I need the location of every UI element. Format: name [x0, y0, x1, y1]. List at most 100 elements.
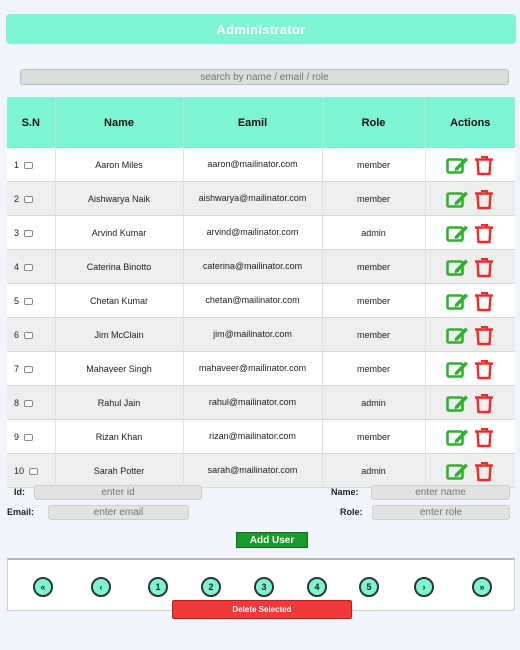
row-checkbox[interactable]	[24, 297, 34, 305]
row-actions	[425, 181, 515, 216]
trash-icon[interactable]	[473, 222, 495, 244]
row-sn: 9	[7, 419, 56, 454]
page-3-button[interactable]: 3	[254, 577, 274, 597]
row-sn: 10	[7, 453, 56, 488]
header-bar: Administrator	[6, 14, 516, 44]
edit-icon[interactable]	[445, 223, 470, 243]
column-header-name: Name	[55, 97, 184, 148]
column-header-role: Role	[322, 97, 426, 148]
row-checkbox[interactable]	[24, 433, 34, 441]
row-actions	[425, 215, 515, 250]
row-name: Mahaveer Singh	[55, 351, 184, 386]
edit-icon[interactable]	[445, 461, 470, 481]
trash-icon[interactable]	[473, 392, 495, 414]
row-name: Aaron Miles	[55, 148, 184, 182]
row-checkbox[interactable]	[29, 467, 39, 475]
row-checkbox[interactable]	[24, 365, 34, 373]
prev-page-button[interactable]: ‹	[91, 577, 111, 597]
row-role: member	[322, 419, 426, 454]
first-page-button[interactable]: «	[33, 577, 53, 597]
trash-icon[interactable]	[473, 358, 495, 380]
row-email: sarah@mailinator.com	[183, 453, 323, 488]
trash-icon[interactable]	[473, 426, 495, 448]
table-row: 5 Chetan Kumar chetan@mailinator.com member	[7, 283, 515, 318]
trash-icon[interactable]	[473, 460, 495, 482]
trash-icon[interactable]	[473, 324, 495, 346]
trash-icon[interactable]	[473, 290, 495, 312]
page-1-button[interactable]: 1	[148, 577, 168, 597]
delete-selected-button[interactable]: Delete Selected	[172, 600, 352, 619]
row-checkbox[interactable]	[24, 399, 34, 407]
row-checkbox[interactable]	[24, 263, 34, 271]
trash-icon[interactable]	[473, 188, 495, 210]
table-row: 3 Arvind Kumar arvind@mailinator.com admin	[7, 215, 515, 250]
form-row-1: Id: Name:	[0, 485, 520, 502]
next-page-button[interactable]: ›	[414, 577, 434, 597]
search-input[interactable]	[20, 69, 509, 85]
edit-icon[interactable]	[445, 359, 470, 379]
row-number: 10	[14, 465, 25, 476]
row-checkbox[interactable]	[24, 331, 34, 339]
row-actions	[425, 419, 515, 454]
row-sn: 2	[7, 181, 56, 216]
name-input[interactable]	[371, 485, 510, 500]
row-actions	[425, 148, 515, 182]
edit-icon[interactable]	[445, 427, 470, 447]
column-header-sn: S.N	[7, 97, 56, 148]
id-input[interactable]	[34, 485, 202, 500]
edit-icon[interactable]	[445, 325, 470, 345]
page-2-button[interactable]: 2	[201, 577, 221, 597]
row-role: member	[322, 317, 426, 352]
row-checkbox[interactable]	[24, 195, 34, 203]
email-label: Email:	[7, 507, 35, 517]
row-email: mahaveer@mailinator.com	[183, 351, 323, 386]
row-email: rizan@mailinator.com	[183, 419, 323, 454]
row-role: member	[322, 351, 426, 386]
role-input[interactable]	[372, 505, 510, 520]
row-checkbox[interactable]	[24, 229, 34, 237]
row-role: admin	[322, 215, 426, 250]
row-name: Aishwarya Naik	[55, 181, 184, 216]
edit-icon[interactable]	[445, 257, 470, 277]
row-name: Sarah Potter	[55, 453, 184, 488]
edit-icon[interactable]	[445, 291, 470, 311]
row-name: Rahul Jain	[55, 385, 184, 420]
row-number: 6	[14, 329, 20, 340]
table-row: 6 Jim McClain jim@mailinator.com member	[7, 317, 515, 352]
edit-icon[interactable]	[445, 393, 470, 413]
row-actions	[425, 249, 515, 284]
row-name: Chetan Kumar	[55, 283, 184, 318]
row-email: rahul@mailinator.com	[183, 385, 323, 420]
row-actions	[425, 385, 515, 420]
row-number: 4	[14, 261, 20, 272]
row-number: 1	[14, 159, 20, 170]
trash-icon[interactable]	[473, 154, 495, 176]
row-role: member	[322, 283, 426, 318]
page-5-button[interactable]: 5	[359, 577, 379, 597]
row-sn: 8	[7, 385, 56, 420]
row-sn: 4	[7, 249, 56, 284]
last-page-button[interactable]: »	[472, 577, 492, 597]
table-row: 1 Aaron Miles aaron@mailinator.com member	[7, 148, 515, 182]
row-actions	[425, 283, 515, 318]
row-number: 5	[14, 295, 20, 306]
row-number: 9	[14, 431, 20, 442]
users-table: S.N Name Eamil Role Actions 1 Aaron Miles…	[7, 97, 515, 488]
edit-icon[interactable]	[445, 189, 470, 209]
add-user-button[interactable]: Add User	[236, 532, 308, 548]
row-name: Jim McClain	[55, 317, 184, 352]
page-4-button[interactable]: 4	[307, 577, 327, 597]
trash-icon[interactable]	[473, 256, 495, 278]
edit-icon[interactable]	[445, 155, 470, 175]
page-title: Administrator	[216, 21, 306, 37]
row-role: member	[322, 148, 426, 182]
row-number: 8	[14, 397, 20, 408]
table-row: 4 Caterina Binotto caterina@mailinator.com…	[7, 249, 515, 284]
row-email: chetan@mailinator.com	[183, 283, 323, 318]
row-email: aaron@mailinator.com	[183, 148, 323, 182]
email-input[interactable]	[48, 505, 189, 520]
id-label: Id:	[14, 487, 25, 497]
row-name: Arvind Kumar	[55, 215, 184, 250]
row-checkbox[interactable]	[24, 161, 34, 169]
row-sn: 1	[7, 148, 56, 182]
